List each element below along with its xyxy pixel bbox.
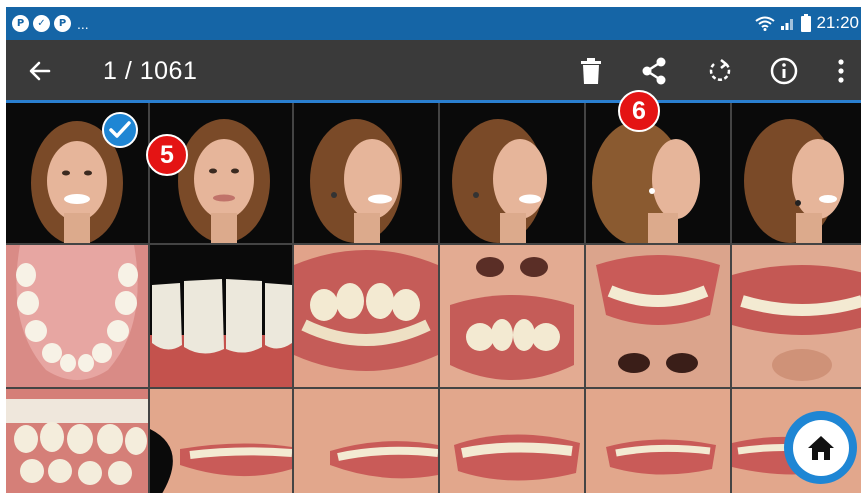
gallery-thumbnail[interactable] [294, 389, 438, 493]
callout-badge-5: 5 [146, 134, 188, 176]
back-button[interactable] [24, 55, 56, 87]
share-button[interactable] [638, 55, 670, 87]
gallery-thumbnail[interactable] [732, 103, 861, 243]
gallery-thumbnail[interactable] [440, 389, 584, 493]
smile-thumbnail-image [732, 245, 861, 387]
status-bar: P ✓ P ... 21:20 [6, 7, 861, 40]
smile-thumbnail-image [440, 389, 584, 493]
battery-icon [801, 14, 812, 32]
notification-icons: P ✓ P ... [12, 15, 89, 32]
intraoral-thumbnail-image [6, 389, 148, 493]
gallery-thumbnail[interactable] [586, 103, 730, 243]
image-counter: 1 / 1061 [103, 57, 198, 85]
share-icon [642, 57, 666, 85]
notification-more: ... [77, 15, 89, 32]
overflow-menu-button[interactable] [825, 55, 857, 87]
delete-button[interactable] [575, 55, 607, 87]
smile-thumbnail-image [586, 245, 730, 387]
info-icon [770, 57, 798, 85]
home-icon [807, 435, 834, 460]
smile-thumbnail-image [150, 389, 292, 493]
info-button[interactable] [768, 55, 800, 87]
wifi-icon [755, 16, 776, 31]
smile-thumbnail-image [294, 389, 438, 493]
smile-thumbnail-image [440, 245, 584, 387]
signal-icon [781, 19, 794, 30]
rotate-button[interactable] [704, 55, 736, 87]
gallery-thumbnail[interactable] [150, 245, 292, 387]
gallery-thumbnail[interactable] [294, 103, 438, 243]
clock: 21:20 [816, 13, 859, 32]
portrait-thumbnail-image [440, 103, 584, 243]
portrait-thumbnail-image [294, 103, 438, 243]
checkmark-glyph [109, 121, 131, 138]
notification-p-icon: P [12, 15, 29, 32]
notification-check-icon: ✓ [33, 15, 50, 32]
more-vert-icon [838, 59, 844, 83]
notification-p-icon: P [54, 15, 71, 32]
photo-grid [6, 103, 861, 493]
gallery-thumbnail[interactable] [440, 245, 584, 387]
portrait-thumbnail-image [732, 103, 861, 243]
intraoral-thumbnail-image [150, 245, 292, 387]
smile-thumbnail-image [294, 245, 438, 387]
smile-thumbnail-image [586, 389, 730, 493]
callout-badge-6: 6 [618, 90, 660, 132]
rotate-icon [709, 59, 731, 81]
gallery-thumbnail[interactable] [732, 245, 861, 387]
delete-icon [581, 58, 601, 84]
home-fab-button[interactable] [784, 411, 857, 484]
arrow-back-icon [29, 61, 51, 81]
system-status: 21:20 [755, 13, 859, 33]
app-toolbar: 1 / 1061 [6, 40, 861, 103]
home-fab-inner [792, 419, 849, 476]
gallery-thumbnail[interactable] [150, 389, 292, 493]
gallery-thumbnail[interactable] [440, 103, 584, 243]
portrait-thumbnail-image [586, 103, 730, 243]
gallery-thumbnail[interactable] [6, 245, 148, 387]
gallery-thumbnail[interactable] [586, 245, 730, 387]
selected-check-icon[interactable] [102, 112, 138, 148]
gallery-thumbnail[interactable] [6, 389, 148, 493]
gallery-thumbnail[interactable] [294, 245, 438, 387]
intraoral-thumbnail-image [6, 245, 148, 387]
gallery-thumbnail[interactable] [586, 389, 730, 493]
